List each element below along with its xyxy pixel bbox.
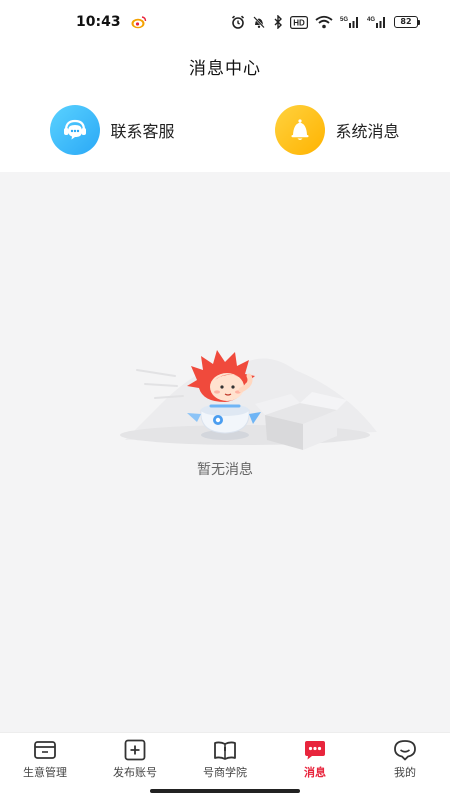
shortcut-row: 联系客服 系统消息 [0,88,450,172]
plus-square-icon [124,739,146,761]
mute-bell-icon [253,16,265,29]
message-icon [305,741,325,760]
tab-label: 我的 [394,766,416,779]
wifi-icon [315,15,333,29]
system-message-button[interactable]: 系统消息 [225,88,450,172]
tab-profile[interactable]: 我的 [360,733,450,786]
page-title: 消息中心 [189,58,261,79]
tab-label: 号商学院 [203,766,247,779]
empty-state-text: 暂无消息 [197,462,253,478]
tab-label: 生意管理 [23,766,67,779]
tab-publish-account[interactable]: 发布账号 [90,733,180,786]
profile-icon [394,740,416,761]
tab-messages[interactable]: 消息 [270,733,360,786]
headset-chat-icon [50,105,101,155]
home-indicator[interactable] [150,789,300,793]
tab-label: 消息 [304,766,326,779]
status-left: 10:43 [76,14,147,30]
bluetooth-icon [274,15,282,29]
status-time: 10:43 [76,14,121,30]
battery-level: 82 [394,16,418,28]
svg-text:HD: HD [293,18,305,27]
tab-academy[interactable]: 号商学院 [180,733,270,786]
system-message-label: 系统消息 [335,122,400,141]
signal-5g-icon: 5G [340,17,358,28]
tab-business-management[interactable]: 生意管理 [0,733,90,786]
tab-label: 发布账号 [113,766,157,779]
page-header: 消息中心 [0,44,450,88]
svg-text:5G: 5G [340,17,348,23]
contact-service-button[interactable]: 联系客服 [0,88,225,172]
bell-icon [275,105,326,155]
contact-service-label: 联系客服 [110,122,175,141]
alarm-icon [231,15,245,29]
weibo-icon [131,16,146,29]
battery-icon: 82 [394,16,420,28]
wallet-icon [34,741,56,759]
message-list-area[interactable]: 暂无消息 [0,172,450,732]
empty-mascot-illustration [120,350,377,450]
book-icon [214,741,236,760]
hd-icon: HD [290,15,308,29]
bottom-tab-bar: 生意管理 发布账号 号商学院 消息 我的 [0,732,450,786]
svg-text:4G: 4G [367,17,375,23]
status-right: HD 5G 4G 82 [231,15,420,29]
signal-4g-icon: 4G [367,17,385,28]
status-bar: 10:43 HD 5G 4G 82 [0,0,450,44]
